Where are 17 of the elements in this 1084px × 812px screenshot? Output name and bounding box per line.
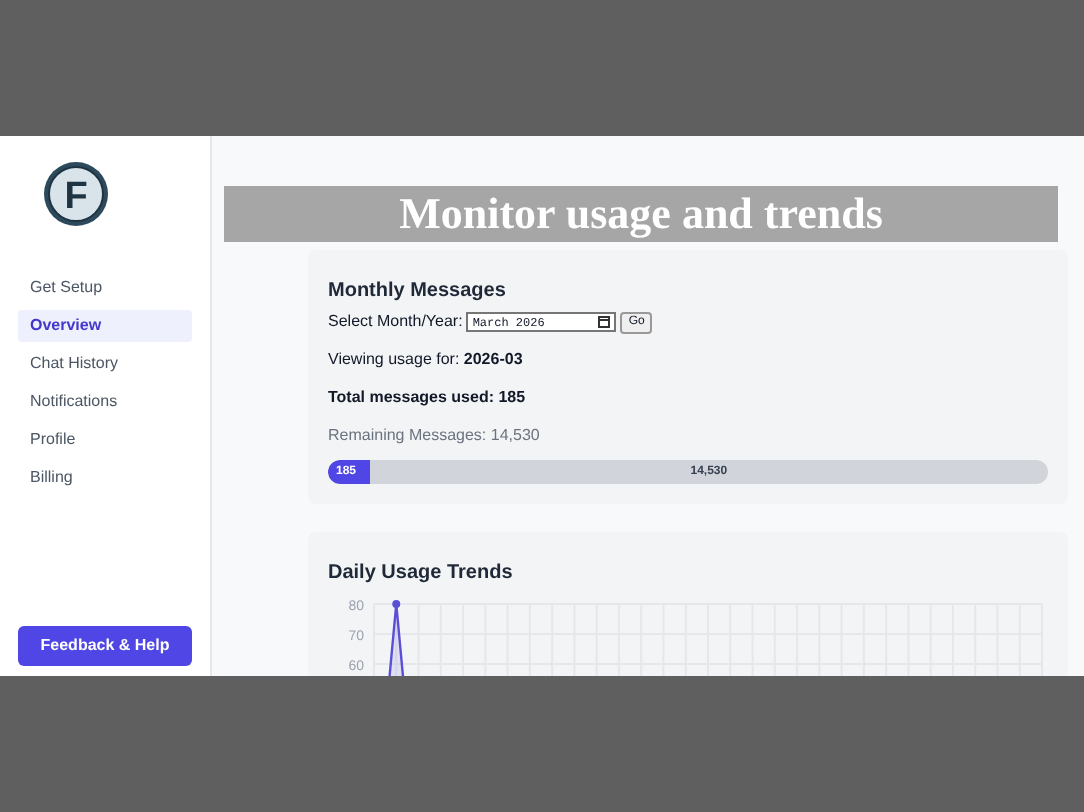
calendar-icon [598,316,611,328]
logo: F [42,160,110,228]
sidebar-item[interactable]: Billing [18,462,192,494]
sidebar-item[interactable]: Overview [18,310,192,342]
remaining-text: Remaining Messages: 14,530 [328,424,542,448]
sidebar-item[interactable]: Profile [18,424,192,456]
banner-title: Monitor usage and trends [224,186,1058,242]
sidebar-item[interactable]: Notifications [18,386,192,418]
feedback-button[interactable]: Feedback & Help [18,626,192,666]
data-point [392,600,401,608]
card-title: Daily Usage Trends [328,560,515,588]
field-label: Select Month/Year: [328,310,463,334]
sidebar-item[interactable]: Chat History [18,348,192,380]
card-title: Monthly Messages [328,278,508,306]
total-text: Total messages used: 185 [328,386,528,410]
sidebar-item[interactable]: Get Setup [18,272,192,304]
viewing-text: Viewing usage for: 2026-03 [328,348,525,372]
